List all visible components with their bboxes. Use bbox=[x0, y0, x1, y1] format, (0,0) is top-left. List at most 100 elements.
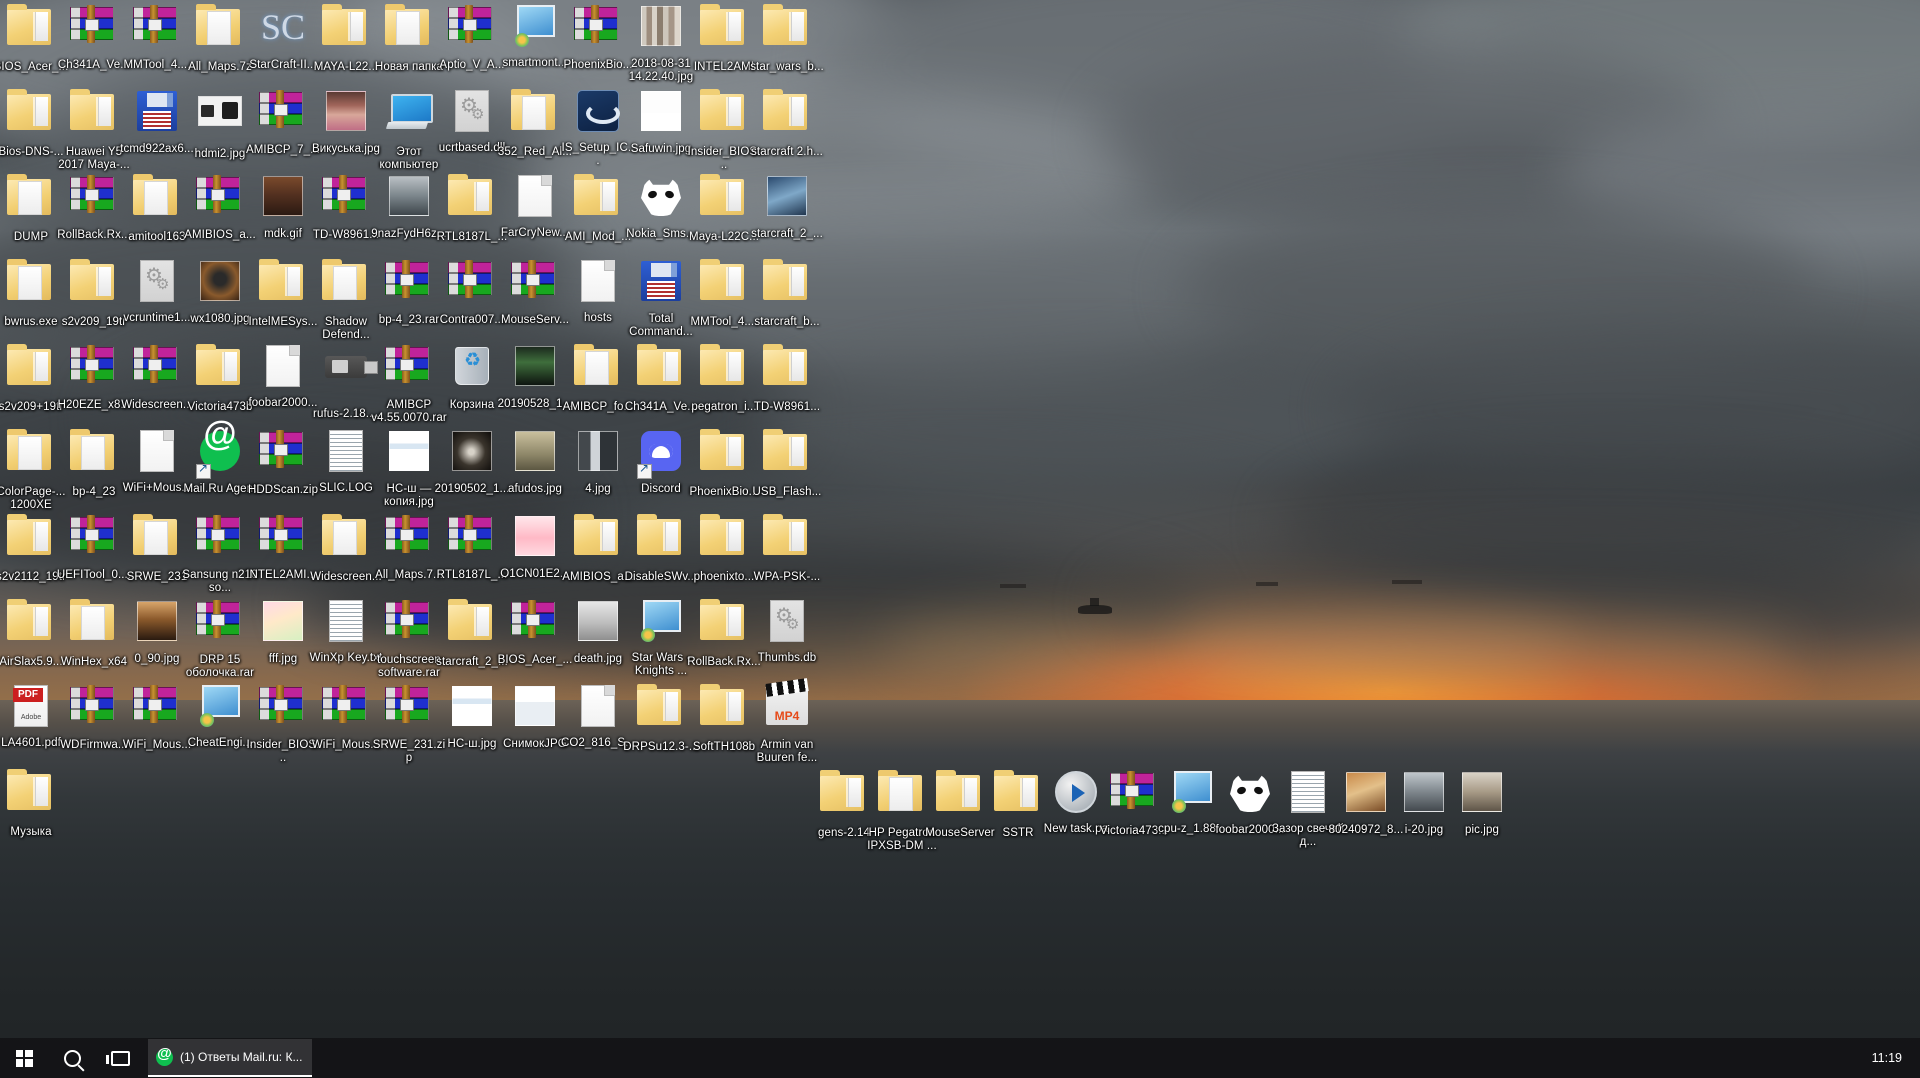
folder-open-icon bbox=[322, 259, 366, 300]
folder-icon bbox=[763, 514, 807, 555]
folder-icon bbox=[7, 599, 51, 640]
folder-icon bbox=[763, 4, 807, 45]
search-button[interactable] bbox=[48, 1038, 96, 1078]
folder-icon bbox=[7, 89, 51, 130]
folder-icon bbox=[700, 429, 744, 470]
folder-open-icon bbox=[196, 4, 240, 45]
rar-archive-icon bbox=[70, 345, 114, 387]
image-thumbnail-icon bbox=[389, 431, 429, 471]
rar-archive-icon bbox=[196, 600, 240, 642]
folder-open-icon bbox=[7, 174, 51, 215]
folder-icon bbox=[322, 4, 366, 45]
folder-icon bbox=[700, 599, 744, 640]
desktop-icon[interactable]: starcraft_2_... bbox=[749, 172, 825, 241]
folder-icon bbox=[878, 770, 922, 811]
rar-archive-icon bbox=[385, 685, 429, 727]
media-app-icon bbox=[513, 5, 557, 47]
rar-archive-icon bbox=[448, 5, 492, 47]
desktop-icon[interactable]: WPA-PSK-... bbox=[749, 512, 825, 584]
rar-archive-icon bbox=[574, 5, 618, 47]
media-app-icon bbox=[198, 685, 242, 727]
document-icon bbox=[266, 345, 300, 387]
this-pc-icon bbox=[387, 94, 433, 130]
taskbar-item-browser[interactable]: (1) Ответы Mail.ru: К... bbox=[148, 1039, 313, 1077]
clock[interactable]: 11:19 bbox=[1872, 1051, 1920, 1065]
desktop-icon[interactable]: starcraft 2.h... bbox=[749, 87, 825, 159]
desktop-icon[interactable]: star_wars_b... bbox=[749, 2, 825, 74]
recycle-bin-icon bbox=[455, 347, 489, 385]
rar-archive-icon bbox=[259, 685, 303, 727]
image-thumbnail-icon bbox=[515, 686, 555, 726]
folder-icon bbox=[700, 344, 744, 385]
folder-with-preview-icon bbox=[70, 259, 114, 300]
mailru-icon bbox=[156, 1045, 173, 1066]
folder-icon bbox=[936, 770, 980, 811]
media-app-icon bbox=[639, 600, 683, 642]
folder-icon bbox=[637, 514, 681, 555]
folder-icon bbox=[700, 514, 744, 555]
mp4-video-icon bbox=[766, 687, 808, 725]
rar-archive-icon bbox=[70, 685, 114, 727]
task-view-icon bbox=[105, 1050, 130, 1066]
rar-archive-icon bbox=[385, 345, 429, 387]
folder-icon bbox=[994, 770, 1038, 811]
play-button-icon bbox=[1055, 771, 1097, 813]
folder-with-preview-icon bbox=[7, 344, 51, 385]
windows-logo-icon bbox=[15, 1049, 33, 1067]
folder-open-icon bbox=[385, 4, 429, 45]
desktop-icon[interactable]: USB_Flash... bbox=[749, 427, 825, 499]
desktop-icon-label: pic.jpg bbox=[1465, 824, 1499, 836]
folder-icon bbox=[700, 4, 744, 45]
foobar2000-icon bbox=[1230, 772, 1270, 812]
desktop-icon[interactable]: starcraft_b... bbox=[749, 257, 825, 329]
image-thumbnail-icon bbox=[515, 346, 555, 386]
desktop-icon-label: WPA-PSK-... bbox=[753, 571, 821, 583]
desktop-icon[interactable]: pic.jpg bbox=[1444, 768, 1520, 837]
text-document-icon bbox=[329, 600, 363, 642]
search-icon bbox=[63, 1049, 81, 1067]
folder-icon bbox=[448, 599, 492, 640]
image-thumbnail-icon bbox=[263, 601, 303, 641]
rar-archive-icon bbox=[133, 685, 177, 727]
folder-icon bbox=[763, 344, 807, 385]
rar-archive-icon bbox=[259, 515, 303, 557]
desktop-icon-label: USB_Flash... bbox=[752, 486, 822, 498]
media-app-icon bbox=[1170, 771, 1214, 813]
rar-archive-icon bbox=[70, 515, 114, 557]
desktop-icon[interactable]: Thumbs.db bbox=[749, 597, 825, 665]
taskbar-item-label: (1) Ответы Mail.ru: К... bbox=[180, 1050, 303, 1064]
folder-icon bbox=[637, 344, 681, 385]
desktop-icon-label: starcraft_2_... bbox=[751, 228, 823, 240]
folder-with-preview-icon bbox=[7, 514, 51, 555]
folder-with-preview-icon bbox=[196, 344, 240, 385]
rar-archive-icon bbox=[133, 345, 177, 387]
rar-archive-icon bbox=[259, 430, 303, 472]
rar-archive-icon bbox=[196, 515, 240, 557]
shortcut-overlay-icon bbox=[196, 462, 211, 479]
desktop-icon[interactable]: Музыка bbox=[0, 767, 69, 839]
desktop-icon-label: starcraft_b... bbox=[754, 316, 820, 328]
taskbar[interactable]: (1) Ответы Mail.ru: К... 11:19 bbox=[0, 1038, 1920, 1078]
rar-archive-icon bbox=[511, 600, 555, 642]
start-button[interactable] bbox=[0, 1038, 48, 1078]
desktop-icon-grid[interactable]: BIOS_Acer_... Ch341A_Ve... MMTool_4.... All… bbox=[0, 0, 1920, 1078]
task-view-button[interactable] bbox=[96, 1038, 144, 1078]
image-thumbnail-icon bbox=[452, 686, 492, 726]
image-thumbnail-icon bbox=[515, 516, 555, 556]
foobar2000-icon bbox=[641, 176, 681, 216]
document-icon bbox=[140, 430, 174, 472]
rar-archive-icon bbox=[448, 260, 492, 302]
image-thumbnail-icon bbox=[641, 91, 681, 131]
rar-archive-icon bbox=[322, 175, 366, 217]
folder-open-icon bbox=[70, 599, 114, 640]
folder-icon bbox=[763, 89, 807, 130]
desktop-icon[interactable]: Armin van Buuren fe... bbox=[749, 682, 825, 764]
usb-drive-icon bbox=[325, 356, 378, 378]
desktop-icon-label: Музыка bbox=[10, 826, 52, 838]
folder-open-icon bbox=[70, 429, 114, 470]
folder-open-icon bbox=[7, 429, 51, 470]
folder-icon bbox=[763, 259, 807, 300]
rar-archive-icon bbox=[70, 5, 114, 47]
cable-photo-icon bbox=[198, 96, 242, 126]
desktop-icon[interactable]: TD-W8961... bbox=[749, 342, 825, 414]
